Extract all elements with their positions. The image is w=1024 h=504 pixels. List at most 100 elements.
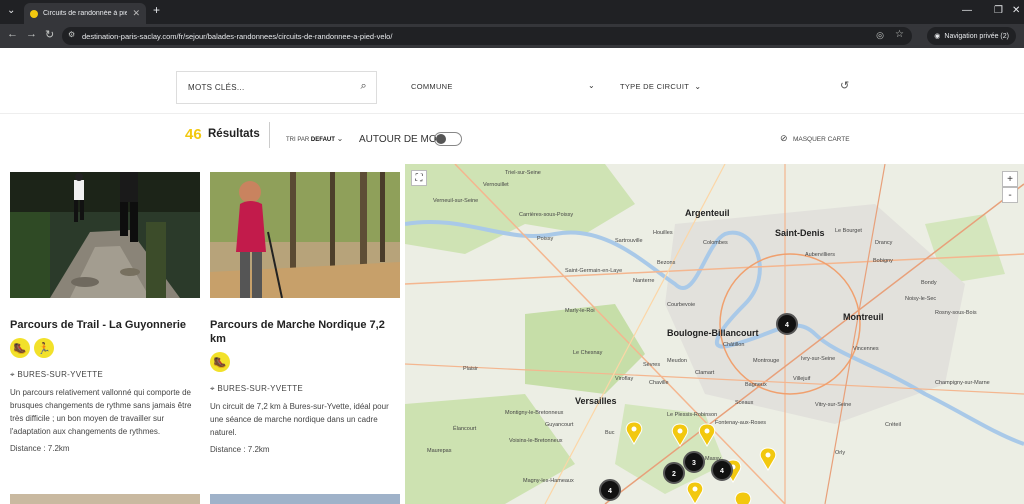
map-label-guyancourt: Guyancourt	[545, 422, 574, 428]
map-label-versailles: Versailles	[575, 396, 617, 406]
restore-icon[interactable]: ❐	[994, 5, 1003, 16]
reset-filters-icon[interactable]: ↺	[840, 79, 849, 92]
trail-runners-photo[interactable]	[10, 172, 200, 298]
new-tab-icon[interactable]: +	[153, 3, 160, 17]
filter-bar: MOTS CLÉS... ⌕ COMMUNE ⌄ TYPE DE CIRCUIT…	[0, 48, 1024, 114]
location-pin-icon: ⌖	[10, 370, 15, 379]
close-window-icon[interactable]: ✕	[1012, 5, 1020, 16]
map-label-saint-denis: Saint-Denis	[775, 228, 825, 238]
map-label-elancourt: Élancourt	[453, 425, 477, 432]
map-label-sceaux: Sceaux	[735, 400, 754, 406]
forward-icon[interactable]: →	[26, 28, 37, 40]
card-location: BURES-SUR-YVETTE	[17, 370, 104, 379]
hide-map-label: MASQUER CARTE	[792, 136, 850, 143]
sort-dropdown[interactable]: TRI PAR DEFAUT ⌄	[286, 134, 343, 143]
back-icon[interactable]: ←	[7, 28, 18, 40]
tab-search-icon[interactable]: ⌄	[7, 5, 15, 16]
url-text: destination-paris-saclay.com/fr/sejour/b…	[82, 31, 393, 41]
results-bar: 46 Résultats TRI PAR DEFAUT ⌄ AUTOUR DE …	[0, 114, 1024, 164]
map-cluster[interactable]: 3	[683, 451, 705, 473]
map-label-chesnay: Le Chesnay	[573, 350, 603, 356]
map-label-buc: Buc	[605, 430, 615, 436]
map-label-viroflay: Viroflay	[615, 376, 633, 382]
map-cluster[interactable]: 4	[599, 479, 621, 501]
url-field[interactable]: ⚙ destination-paris-saclay.com/fr/sejour…	[62, 27, 912, 45]
divider	[269, 122, 270, 148]
fullscreen-icon[interactable]: ⛶	[411, 170, 427, 186]
tracking-eye-icon[interactable]: ◎	[876, 30, 884, 41]
map-label-rosny: Rosny-sous-Bois	[935, 310, 977, 316]
location-pin-icon: ⌖	[210, 384, 215, 393]
map-cluster[interactable]: 4	[776, 313, 798, 335]
address-bar-row: ← → ↻ ⚙ destination-paris-saclay.com/fr/…	[0, 24, 1024, 48]
hide-map-button[interactable]: ⊘ MASQUER CARTE	[780, 133, 850, 144]
map-label-ivry: Ivry-sur-Seine	[801, 356, 835, 362]
map-label-magny: Magny-les-Hameaux	[523, 478, 574, 484]
bookmark-star-icon[interactable]: ☆	[895, 29, 904, 40]
next-card-thumbnail[interactable]	[10, 494, 200, 504]
map-label-lebourget: Le Bourget	[835, 228, 862, 234]
browser-tab[interactable]: Circuits de randonnée à pied e ✕	[24, 3, 146, 24]
map-label-plessis: Le Plessis-Robinson	[667, 412, 717, 418]
cluster-count: 4	[720, 468, 724, 475]
reload-icon[interactable]: ↻	[45, 28, 54, 41]
map-label-drancy: Drancy	[875, 240, 893, 246]
keywords-search-input[interactable]: MOTS CLÉS... ⌕	[176, 71, 377, 104]
zoom-out-button[interactable]: -	[1002, 187, 1018, 203]
map-label-houilles: Houilles	[653, 230, 673, 236]
map-label-boulogne: Boulogne-Billancourt	[667, 328, 759, 338]
running-icon: 🏃	[34, 338, 54, 358]
card-title[interactable]: Parcours de Trail - La Guyonnerie	[10, 318, 200, 332]
card-distance: Distance : 7.2km	[10, 444, 70, 453]
map-label-chatillon: Châtillon	[723, 342, 744, 348]
circuit-card[interactable]: Parcours de Trail - La Guyonnerie 🥾 🏃 ⌖ …	[10, 172, 200, 453]
next-card-thumbnail[interactable]	[210, 494, 400, 504]
search-icon[interactable]: ⌕	[361, 80, 367, 93]
map-pin[interactable]	[734, 491, 752, 504]
sort-prefix: TRI PAR	[286, 137, 310, 143]
map-label-sgl: Saint-Germain-en-Laye	[565, 268, 622, 274]
map-label-montigny: Montigny-le-Bretonneux	[505, 410, 564, 416]
site-info-icon[interactable]: ⚙	[68, 30, 75, 39]
circuit-card[interactable]: Parcours de Marche Nordique 7,2 km 🥾 ⌖ B…	[210, 172, 400, 454]
card-title[interactable]: Parcours de Marche Nordique 7,2 km	[210, 318, 400, 346]
map-label-montreuil: Montreuil	[843, 312, 884, 322]
map-label-carrieres: Carrières-sous-Poissy	[519, 212, 573, 218]
circuit-type-dropdown[interactable]: TYPE DE CIRCUIT ⌄	[620, 82, 701, 91]
nearby-toggle[interactable]	[434, 132, 462, 146]
map-label-villejuif: Villejuif	[793, 376, 811, 382]
map-label-clamart: Clamart	[695, 370, 715, 376]
nearby-label: AUTOUR DE MOI	[359, 134, 440, 145]
cluster-count: 2	[672, 471, 676, 478]
map-label-voisins: Voisins-le-Bretonneux	[509, 438, 563, 444]
close-tab-icon[interactable]: ✕	[132, 8, 140, 19]
private-browsing-badge[interactable]: ◉ Navigation privée (2)	[927, 27, 1016, 45]
chevron-down-icon: ⌄	[694, 82, 702, 91]
zoom-in-button[interactable]: +	[1002, 171, 1018, 187]
map-label-chaville: Chaville	[649, 380, 669, 386]
map-cluster[interactable]: 4	[711, 459, 733, 481]
eye-off-icon: ⊘	[780, 133, 788, 143]
commune-dropdown[interactable]: COMMUNE ⌄	[411, 81, 595, 91]
map-label-orly: Orly	[835, 450, 845, 456]
map-label-bezons: Bezons	[657, 260, 676, 266]
results-count: 46	[185, 126, 202, 143]
cluster-count: 3	[692, 460, 696, 467]
card-description: Un circuit de 7,2 km à Bures-sur-Yvette,…	[210, 402, 389, 437]
cluster-count: 4	[608, 488, 612, 495]
browser-tab-strip: ⌄ Circuits de randonnée à pied e ✕ + — ❐…	[0, 0, 1024, 24]
map-label-argenteuil: Argenteuil	[685, 208, 730, 218]
minimize-icon[interactable]: —	[962, 5, 972, 16]
commune-label: COMMUNE	[411, 82, 453, 91]
map-label-maurepas: Maurepas	[427, 448, 452, 454]
nordic-walker-photo[interactable]	[210, 172, 400, 298]
map-label-colombes: Colombes	[703, 240, 728, 246]
map-cluster[interactable]: 2	[663, 462, 685, 484]
sort-value: DEFAUT	[310, 137, 335, 143]
circuits-map[interactable]: Argenteuil Saint-Denis Montreuil Boulogn…	[405, 164, 1024, 504]
incognito-icon: ◉	[934, 33, 941, 40]
card-description: Un parcours relativement vallonné qui co…	[10, 388, 192, 436]
map-label-poissy: Poissy	[537, 236, 553, 242]
map-label-bagneux: Bagneux	[745, 382, 767, 388]
map-label-verneuil: Verneuil-sur-Seine	[433, 198, 478, 204]
